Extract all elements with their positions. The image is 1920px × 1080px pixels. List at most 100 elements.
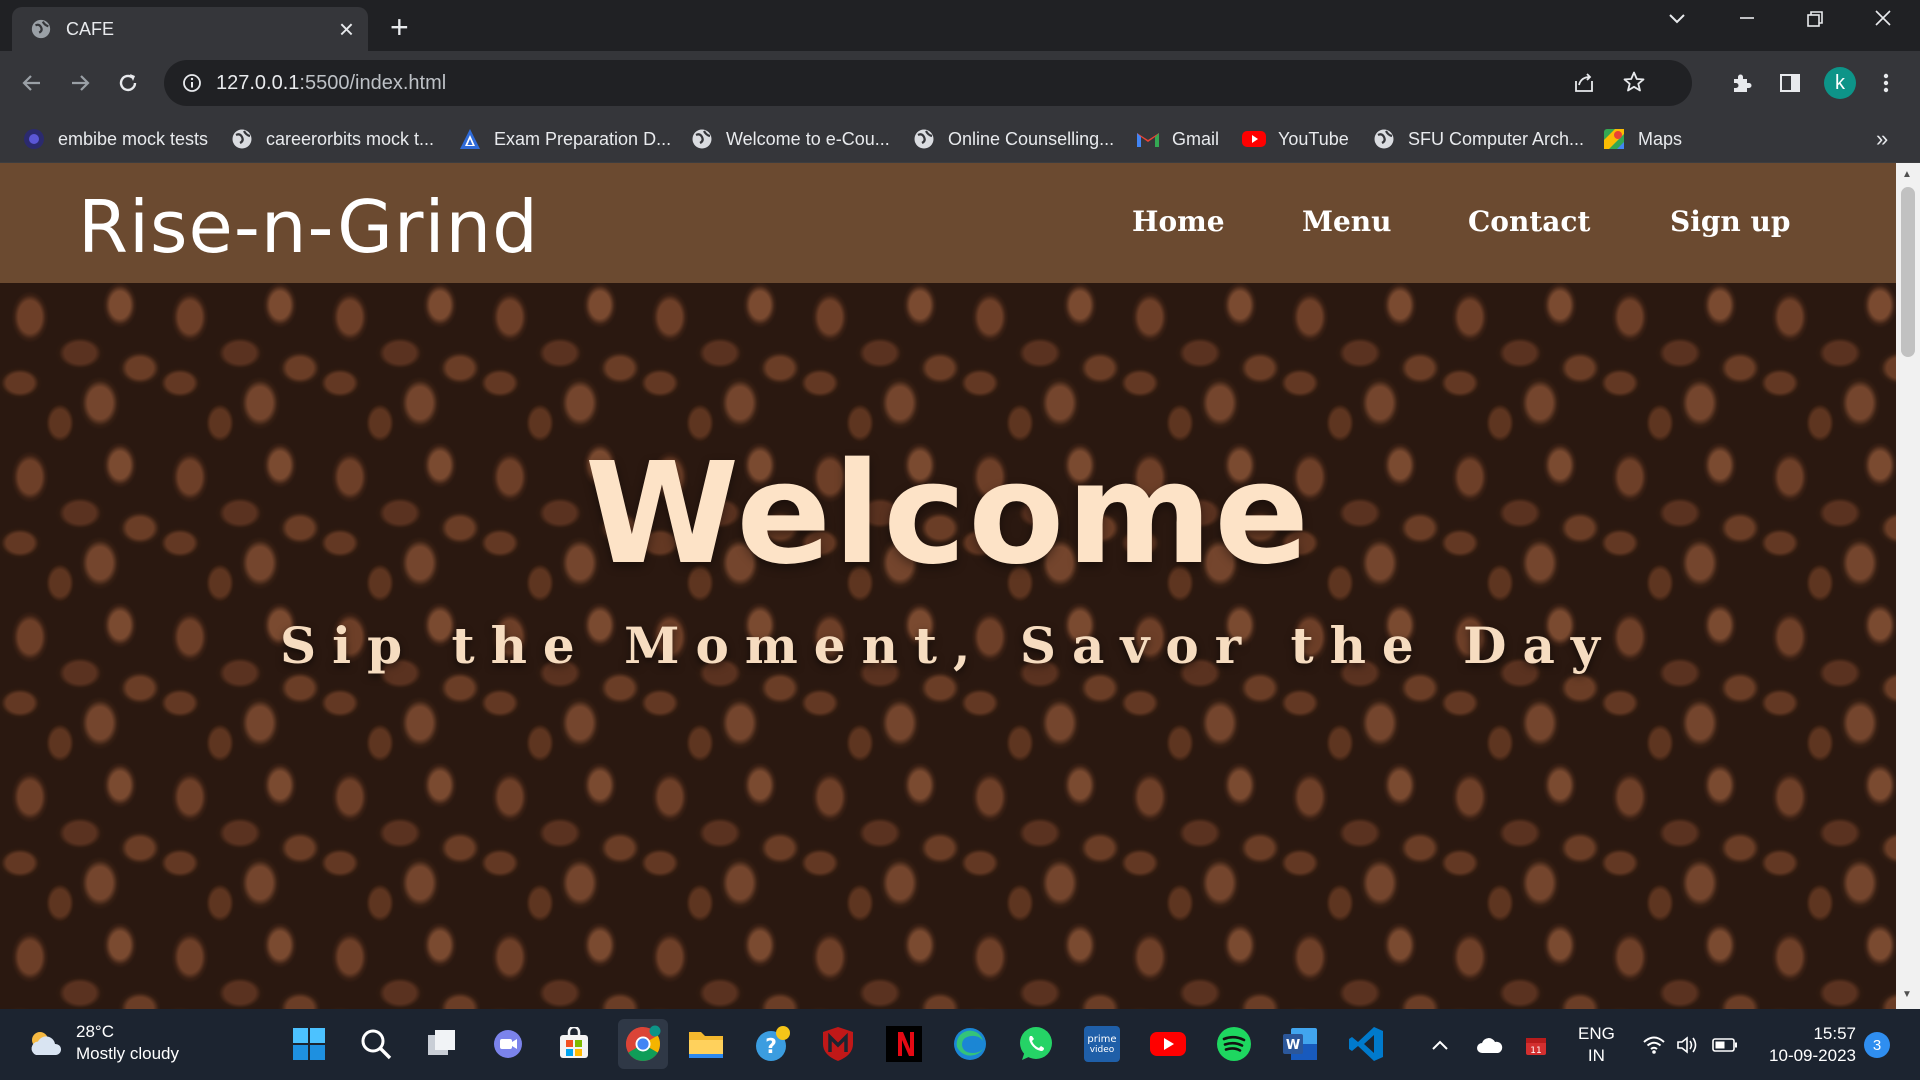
netflix-icon[interactable] — [882, 1022, 926, 1066]
mcafee-icon[interactable] — [816, 1022, 860, 1066]
site-navbar: Rise-n-Grind Home Menu Contact Sign up — [0, 163, 1896, 283]
close-tab-icon[interactable]: × — [339, 16, 354, 42]
calendar-badge-icon[interactable]: 11 — [1524, 1009, 1548, 1080]
share-icon[interactable] — [1572, 71, 1596, 100]
scroll-up-arrow-icon[interactable]: ▲ — [1902, 169, 1912, 180]
bookmark-label: Gmail — [1172, 128, 1220, 149]
back-icon[interactable] — [14, 65, 50, 101]
nav-signup-link[interactable]: Sign up — [1670, 205, 1790, 238]
clock-date: 10-09-2023 — [1769, 1046, 1856, 1065]
search-icon[interactable] — [354, 1022, 398, 1066]
bookmark-youtube[interactable]: YouTube — [1242, 123, 1349, 155]
whatsapp-icon[interactable] — [1014, 1022, 1058, 1066]
wifi-icon[interactable] — [1642, 1009, 1666, 1080]
tab-title: CAFE — [66, 18, 115, 39]
windows-taskbar: 28°C Mostly cloudy ? prime video W 11 EN… — [0, 1009, 1920, 1080]
exam-app-icon — [458, 127, 482, 151]
kebab-menu-icon[interactable] — [1868, 65, 1904, 101]
help-icon[interactable]: ? — [750, 1022, 794, 1066]
bookmark-maps[interactable]: Maps — [1602, 123, 1682, 155]
bookmark-exam-preparation[interactable]: Exam Preparation D... — [458, 123, 671, 155]
side-panel-icon[interactable] — [1772, 65, 1808, 101]
bookmark-label: Welcome to e-Cou... — [726, 128, 890, 149]
edge-icon[interactable] — [948, 1022, 992, 1066]
weather-temp: 28°C — [76, 1022, 114, 1041]
hero-title: Welcome — [584, 433, 1312, 596]
browser-tab-cafe[interactable]: CAFE × — [12, 7, 368, 51]
clock-time: 15:57 — [1813, 1024, 1856, 1043]
globe-icon — [912, 127, 936, 151]
cloudy-weather-icon — [31, 1032, 62, 1055]
teams-chat-icon[interactable] — [486, 1022, 530, 1066]
nav-menu-link[interactable]: Menu — [1302, 205, 1392, 238]
hero-tagline: Sip the Moment, Savor the Day — [280, 616, 1616, 675]
site-logo[interactable]: Rise-n-Grind — [78, 185, 539, 269]
start-icon[interactable] — [287, 1022, 331, 1066]
bookmark-label: Online Counselling... — [948, 128, 1115, 149]
profile-avatar[interactable]: k — [1824, 67, 1856, 99]
chrome-icon[interactable] — [618, 1019, 668, 1069]
svg-text:W: W — [1286, 1038, 1300, 1053]
language-code: ENG — [1578, 1024, 1615, 1043]
bookmark-star-icon[interactable] — [1622, 70, 1646, 99]
vscode-icon[interactable] — [1344, 1022, 1388, 1066]
bookmark-label: embibe mock tests — [58, 128, 209, 149]
youtube-icon[interactable] — [1146, 1022, 1190, 1066]
close-window-icon[interactable] — [1874, 9, 1892, 33]
store-icon[interactable] — [552, 1022, 596, 1066]
new-tab-button[interactable]: + — [390, 11, 409, 43]
bookmark-label: Maps — [1638, 128, 1683, 149]
minimize-icon[interactable] — [1738, 6, 1756, 32]
spotify-icon[interactable] — [1212, 1022, 1256, 1066]
battery-icon[interactable] — [1712, 1009, 1738, 1080]
task-view-icon[interactable] — [420, 1022, 464, 1066]
forward-icon[interactable] — [62, 65, 98, 101]
weather-widget[interactable]: 28°C Mostly cloudy — [26, 1021, 179, 1065]
system-clock[interactable]: 15:57 10-09-2023 — [1756, 1023, 1856, 1067]
bookmark-online-counselling[interactable]: Online Counselling... — [912, 123, 1114, 155]
reload-icon[interactable] — [110, 65, 146, 101]
scroll-down-arrow-icon[interactable]: ▼ — [1902, 989, 1912, 1000]
scrollbar-thumb[interactable] — [1901, 187, 1915, 357]
browser-toolbar: 127.0.0.1:5500/index.html k — [0, 51, 1920, 115]
show-hidden-icons-chevron[interactable] — [1430, 1009, 1450, 1080]
bookmark-careerorbits[interactable]: careerorbits mock t... — [230, 123, 434, 155]
bookmark-e-counselling[interactable]: Welcome to e-Cou... — [690, 123, 890, 155]
word-icon[interactable]: W — [1278, 1022, 1322, 1066]
tab-strip: CAFE × + — [0, 0, 1920, 51]
volume-icon[interactable] — [1676, 1009, 1700, 1080]
gmail-icon — [1136, 127, 1160, 151]
more-bookmarks-button[interactable]: » — [1876, 123, 1888, 155]
tab-search-chevron-icon[interactable] — [1668, 8, 1686, 31]
bookmark-gmail[interactable]: Gmail — [1136, 123, 1219, 155]
onedrive-cloud-icon[interactable] — [1476, 1009, 1504, 1080]
language-region: IN — [1587, 1046, 1605, 1065]
svg-text:prime: prime — [1087, 1034, 1116, 1045]
url-text: 127.0.0.1:5500/index.html — [216, 72, 446, 95]
globe-icon — [31, 19, 51, 39]
notification-badge[interactable]: 3 — [1864, 1032, 1890, 1058]
maps-icon — [1602, 127, 1626, 151]
globe-icon — [1372, 127, 1396, 151]
nav-contact-link[interactable]: Contact — [1468, 205, 1590, 238]
nav-home-link[interactable]: Home — [1132, 205, 1225, 238]
address-bar[interactable]: 127.0.0.1:5500/index.html — [164, 60, 1692, 106]
svg-text:?: ? — [765, 1034, 777, 1058]
page-viewport: Rise-n-Grind Home Menu Contact Sign up W… — [0, 163, 1896, 1009]
svg-text:11: 11 — [1530, 1046, 1541, 1056]
bookmark-sfu-computer-arch[interactable]: SFU Computer Arch... — [1372, 123, 1584, 155]
weather-condition: Mostly cloudy — [76, 1044, 179, 1063]
bookmark-embibe[interactable]: embibe mock tests — [22, 123, 208, 155]
globe-icon — [230, 127, 254, 151]
prime-video-icon[interactable]: prime video — [1080, 1022, 1124, 1066]
youtube-icon — [1242, 127, 1266, 151]
site-info-icon[interactable] — [182, 73, 202, 93]
extensions-icon[interactable] — [1724, 65, 1760, 101]
bookmark-label: SFU Computer Arch... — [1408, 128, 1585, 149]
bookmark-label: Exam Preparation D... — [494, 128, 672, 149]
language-indicator[interactable]: ENG IN — [1578, 1023, 1615, 1067]
restore-icon[interactable] — [1806, 10, 1824, 34]
page-scrollbar[interactable]: ▲ ▼ — [1896, 163, 1920, 1009]
svg-text:video: video — [1090, 1045, 1115, 1055]
file-explorer-icon[interactable] — [684, 1022, 728, 1066]
